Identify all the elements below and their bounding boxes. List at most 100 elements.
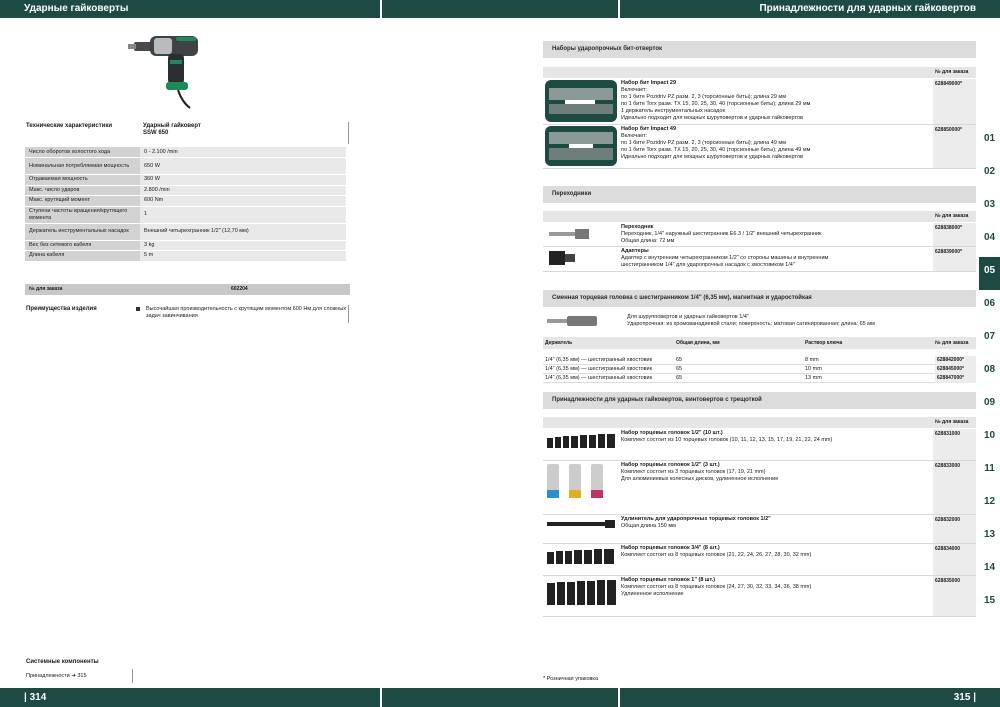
socket-set-8-image <box>547 549 614 564</box>
socket-table-header: Держатель Общая длина, мм Раствор ключа … <box>543 337 976 349</box>
adapter-desc: Переходник, 1/4" наружный шестигранник E… <box>621 231 822 244</box>
impact-item-8pc-1in: Набор торцевых головок 1" (8 шт.) Комплек… <box>543 576 976 617</box>
impact-wrench-image <box>128 36 198 109</box>
chapter-tab-03[interactable]: 03 <box>979 191 1000 224</box>
section-socket-header: Сменная торцевая головка с шестиграннико… <box>543 290 976 307</box>
impact-item-3pc: Набор торцевых головок 1/2" (3 шт.) Компл… <box>543 461 976 515</box>
impact-3pc-order: 628833000 <box>933 461 976 514</box>
spec-value: 3 kg <box>140 240 346 251</box>
chapter-tab-13[interactable]: 13 <box>979 521 1000 554</box>
impact-34-desc: Комплект состоит из 8 торцевых головок (… <box>621 552 812 558</box>
adapter-name: Переходник <box>621 224 654 230</box>
spec-row: Макс. число ударов 2.800 /min <box>25 185 346 196</box>
spec-value: 2.800 /min <box>140 185 346 196</box>
chapter-tab-02[interactable]: 02 <box>979 158 1000 191</box>
spec-value: 1 <box>140 206 346 224</box>
spec-value: Внешний четырехгранник 1/2" (12,70 мм) <box>140 223 346 241</box>
right-page-number: 315 | <box>953 692 976 703</box>
chapter-tab-10[interactable]: 10 <box>979 422 1000 455</box>
bit-set-49-order: 628850000* <box>933 125 976 168</box>
spec-row: Длина кабеля 5 m <box>25 250 346 262</box>
bit-set-49-desc: Включает: по 1 бите Pozidriv PZ разм. 2,… <box>621 133 811 160</box>
impact-item-extension: Удлинитель для ударопрочных торцевых гол… <box>543 515 976 544</box>
adapters-order: 628839000* <box>933 247 976 271</box>
chapter-tab-14[interactable]: 14 <box>979 554 1000 587</box>
right-header-title: Принадлежности для ударных гайковертов <box>759 3 976 14</box>
spec-row: Число оборотов холостого хода 0 - 2.100 /… <box>25 147 346 158</box>
spec-product-name: Ударный гайковерт SSW 650 <box>143 123 201 137</box>
section-bits-header: Наборы ударопрочных бит-отверток <box>543 41 976 58</box>
order-col-label: № для заказа <box>935 69 969 75</box>
impact-item-10pc: Набор торцевых головок 1/2" (10 шт.) Комп… <box>543 429 976 461</box>
bit-set-49: Набор бит Impact 49 Включает: по 1 бите P… <box>543 125 976 169</box>
bit-case-image <box>545 80 617 122</box>
adapters-image <box>549 251 575 265</box>
impact-1in-order: 628835000 <box>933 576 976 616</box>
system-link[interactable]: Принадлежности ➔ 315 <box>26 673 87 680</box>
order-col-label: № для заказа <box>935 419 969 425</box>
spec-table: Число оборотов холостого хода 0 - 2.100 /… <box>25 147 346 262</box>
section-adapters-header: Переходники <box>543 186 976 203</box>
socket-order: 628842000* <box>935 356 976 365</box>
chapter-tab-09[interactable]: 09 <box>979 389 1000 422</box>
bit-set-29-name: Набор бит Impact 29 <box>621 80 677 86</box>
adapter-order: 628838000* <box>933 223 976 246</box>
impact-10pc-name: Набор торцевых головок 1/2" (10 шт.) <box>621 430 723 436</box>
spec-key: Число оборотов холостого хода <box>25 147 140 158</box>
socket-size: 8 mm <box>805 357 819 363</box>
spec-value: 650 W <box>140 157 346 175</box>
spec-value: 360 W <box>140 174 346 186</box>
spec-key: Номинальная потребляемая мощность <box>25 157 140 175</box>
spec-header-rule <box>348 122 349 144</box>
left-page-number: | 314 <box>24 692 47 703</box>
spec-row: Ступени частоты вращения/крутящего момен… <box>25 206 346 224</box>
socket-holder: 1/4" (6,35 мм) — шестигранный хвостовик <box>545 366 653 372</box>
socket-col-size: Раствор ключа <box>805 340 843 346</box>
advantages-body: Высочайшая производительность с крутящим… <box>146 306 347 319</box>
advantages-rule <box>348 305 349 323</box>
chapter-tab-05[interactable]: 05 <box>979 257 1000 290</box>
spec-key: Отдаваемая мощность <box>25 174 140 186</box>
bit-set-29-order: 628849000* <box>933 79 976 124</box>
socket-set-10-image <box>547 434 615 448</box>
bit-set-49-name: Набор бит Impact 49 <box>621 126 677 132</box>
chapter-tab-04[interactable]: 04 <box>979 224 1000 257</box>
socket-col-length: Общая длина, мм <box>676 340 720 346</box>
chapter-tab-01[interactable]: 01 <box>979 125 1000 158</box>
spec-row: Вес без сетевого кабеля 3 kg <box>25 240 346 251</box>
adapters-order-header: № для заказа <box>543 211 976 222</box>
footer-accent <box>382 688 618 707</box>
chapter-tab-06[interactable]: 06 <box>979 290 1000 323</box>
bits-order-header: № для заказа <box>543 67 976 78</box>
impact-3pc-desc: Комплект состоит из 3 торцевых головок (… <box>621 469 779 482</box>
spec-key: Вес без сетевого кабеля <box>25 240 140 251</box>
impact-34-order: 628834000 <box>933 544 976 575</box>
spec-label: Технические характеристики <box>26 123 113 129</box>
advantages-label: Преимущества изделия <box>26 306 97 312</box>
left-footer-bar: | 314 <box>0 688 380 707</box>
spec-product-line2: SSW 650 <box>143 130 169 136</box>
adapter-item: Переходник Переходник, 1/4" наружный шест… <box>543 223 976 247</box>
chapter-tab-12[interactable]: 12 <box>979 488 1000 521</box>
socket-holder: 1/4" (6,35 мм) — шестигранный хвостовик <box>545 375 653 381</box>
chapter-tab-08[interactable]: 08 <box>979 356 1000 389</box>
impact-1in-name: Набор торцевых головок 1" (8 шт.) <box>621 577 716 583</box>
extension-order: 628832000 <box>933 515 976 543</box>
bit-case-image <box>545 126 617 166</box>
order-col-label: № для заказа <box>935 213 969 219</box>
socket-col-order: № для заказа <box>935 340 969 346</box>
chapter-tab-07[interactable]: 07 <box>979 323 1000 356</box>
order-number: 602204 <box>231 286 248 292</box>
header-accent <box>382 0 618 18</box>
socket-row: 1/4" (6,35 мм) — шестигранный хвостовик 6… <box>543 374 976 383</box>
order-label: № для заказа <box>29 286 63 292</box>
chapter-tab-15[interactable]: 15 <box>979 587 1000 620</box>
spec-value: 5 m <box>140 250 346 262</box>
socket-set-1in-image <box>547 580 616 605</box>
footnote: * Розничная упаковка <box>543 676 599 682</box>
socket-col-holder: Держатель <box>545 340 573 346</box>
order-bar: № для заказа 602204 <box>25 284 350 295</box>
chapter-tab-11[interactable]: 11 <box>979 455 1000 488</box>
system-title: Системные компоненты <box>26 659 99 665</box>
socket-length: 65 <box>676 366 683 372</box>
